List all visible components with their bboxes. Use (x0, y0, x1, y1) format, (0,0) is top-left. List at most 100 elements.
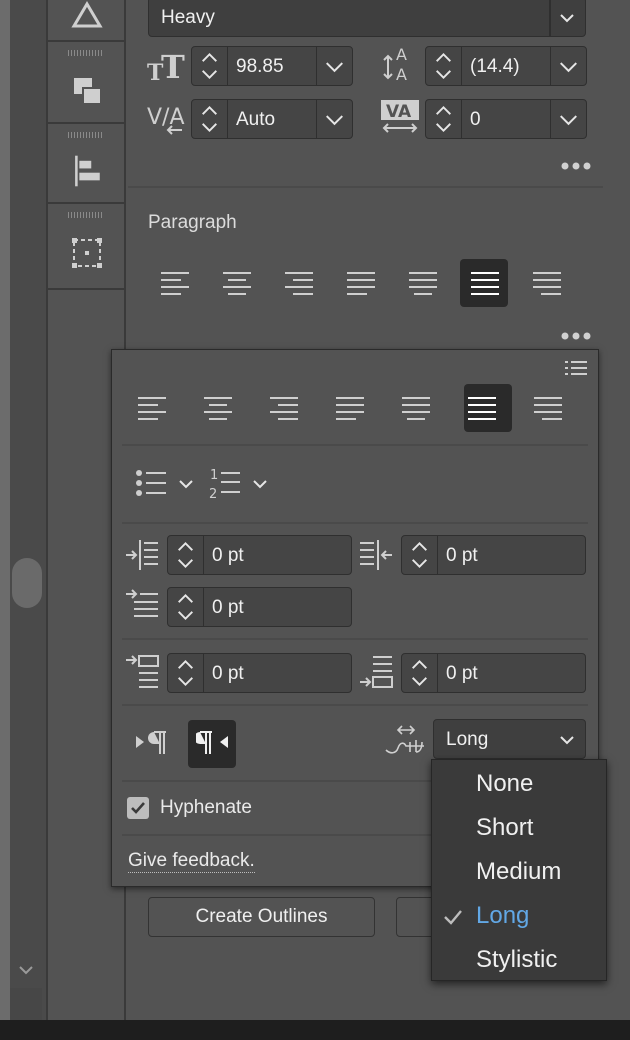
section-divider (128, 186, 603, 188)
more-options-icon[interactable] (560, 160, 592, 172)
chevron-down-icon[interactable] (550, 100, 586, 138)
stepper-arrows-icon[interactable] (168, 536, 204, 574)
align-justify-all-icon[interactable] (466, 393, 498, 423)
section-divider (122, 638, 588, 640)
align-center-icon[interactable] (202, 393, 234, 423)
section-divider (122, 444, 588, 446)
dock-divider (48, 122, 124, 124)
kashida-dropdown-menu: None Short Medium Long Stylistic (431, 759, 607, 981)
align-left-icon[interactable] (136, 393, 168, 423)
bottom-status-bar (0, 1020, 630, 1040)
chevron-down-icon[interactable] (550, 47, 586, 85)
list-options-icon[interactable] (564, 358, 588, 378)
align-justify-last-center-icon[interactable] (400, 393, 432, 423)
first-line-indent-field[interactable]: 0 pt (167, 587, 352, 627)
left-scroll-track[interactable] (10, 0, 46, 1020)
kashida-option-long[interactable]: Long (476, 902, 529, 930)
bulleted-list-icon[interactable] (134, 468, 168, 500)
stepper-arrows-icon[interactable] (426, 47, 462, 85)
right-to-left-direction-icon[interactable] (196, 728, 230, 758)
kashida-option-stylistic[interactable]: Stylistic (476, 946, 557, 974)
left-indent-field[interactable]: 0 pt (167, 535, 352, 575)
stepper-arrows-icon[interactable] (192, 47, 228, 85)
right-indent-value[interactable]: 0 pt (446, 545, 478, 567)
right-indent-field[interactable]: 0 pt (401, 535, 586, 575)
align-justify-last-right-icon[interactable] (532, 393, 564, 423)
leading-field[interactable]: (14.4) (425, 46, 587, 86)
transform-icon[interactable] (70, 236, 104, 270)
dropdown-divider (549, 0, 551, 37)
scrollbar-thumb[interactable] (12, 558, 42, 608)
left-to-right-direction-icon[interactable] (134, 728, 168, 758)
stepper-arrows-icon[interactable] (168, 654, 204, 692)
more-options-icon[interactable] (560, 330, 592, 342)
align-panel-icon[interactable] (70, 154, 104, 188)
section-divider (122, 522, 588, 524)
chevron-down-icon (560, 14, 574, 23)
pathfinder-icon[interactable] (70, 74, 104, 108)
left-indent-value[interactable]: 0 pt (212, 545, 244, 567)
space-before-field[interactable]: 0 pt (167, 653, 352, 693)
chevron-down-icon[interactable] (250, 474, 270, 494)
checkmark-icon (444, 910, 462, 925)
chevron-down-icon[interactable] (316, 100, 352, 138)
paragraph-section-title: Paragraph (148, 212, 237, 233)
kashida-option-medium[interactable]: Medium (476, 858, 561, 886)
align-justify-last-right-icon[interactable] (531, 268, 563, 298)
kashida-option-none[interactable]: None (476, 770, 533, 798)
create-outlines-button[interactable]: Create Outlines (148, 897, 375, 937)
hyphenate-label[interactable]: Hyphenate (160, 797, 252, 819)
left-edge-rail (0, 0, 10, 1020)
tracking-field[interactable]: 0 (425, 99, 587, 139)
dock-divider (48, 288, 124, 290)
stepper-arrows-icon[interactable] (168, 588, 204, 626)
dock-divider (48, 40, 124, 42)
tracking-value[interactable]: 0 (470, 109, 481, 131)
chevron-down-icon[interactable] (14, 958, 38, 982)
font-style-dropdown[interactable]: Heavy (148, 0, 586, 37)
space-before-value[interactable]: 0 pt (212, 663, 244, 685)
kerning-value[interactable]: Auto (236, 109, 275, 131)
align-center-icon[interactable] (221, 268, 253, 298)
svg-text:2: 2 (209, 487, 217, 502)
align-left-icon[interactable] (159, 268, 191, 298)
svg-text:VA: VA (386, 102, 412, 122)
align-justify-last-center-icon[interactable] (407, 268, 439, 298)
left-bottom-block (10, 988, 42, 1020)
space-after-field[interactable]: 0 pt (401, 653, 586, 693)
space-after-icon (360, 656, 393, 688)
font-size-value[interactable]: 98.85 (236, 56, 284, 78)
align-justify-last-left-icon[interactable] (345, 268, 377, 298)
align-justify-all-icon[interactable] (469, 268, 501, 298)
stepper-arrows-icon[interactable] (192, 100, 228, 138)
leading-value[interactable]: (14.4) (470, 56, 520, 78)
kashida-option-short[interactable]: Short (476, 814, 533, 842)
dock-grip[interactable] (68, 50, 104, 56)
chevron-down-icon[interactable] (176, 474, 196, 494)
stepper-arrows-icon[interactable] (426, 100, 462, 138)
right-indent-icon (360, 540, 392, 570)
kashida-dropdown[interactable]: Long (433, 719, 586, 759)
svg-text:T: T (161, 50, 185, 84)
chevron-down-icon (560, 736, 574, 745)
hyphenate-checkbox[interactable] (127, 797, 149, 819)
space-before-icon (126, 655, 159, 688)
numbered-list-icon[interactable]: 1 2 (208, 466, 242, 502)
align-right-icon[interactable] (268, 393, 300, 423)
appearance-triangle-icon[interactable] (70, 0, 104, 34)
align-right-icon[interactable] (283, 268, 315, 298)
align-justify-last-left-icon[interactable] (334, 393, 366, 423)
left-indent-icon (126, 540, 158, 570)
give-feedback-link[interactable]: Give feedback. (128, 850, 255, 873)
first-line-indent-value[interactable]: 0 pt (212, 597, 244, 619)
stepper-arrows-icon[interactable] (402, 536, 438, 574)
dock-grip[interactable] (68, 212, 104, 218)
chevron-down-icon[interactable] (316, 47, 352, 85)
svg-text:1: 1 (210, 468, 218, 483)
space-after-value[interactable]: 0 pt (446, 663, 478, 685)
font-size-field[interactable]: 98.85 (191, 46, 353, 86)
kerning-field[interactable]: Auto (191, 99, 353, 139)
stepper-arrows-icon[interactable] (402, 654, 438, 692)
dock-grip[interactable] (68, 132, 104, 138)
first-line-indent-icon (126, 589, 158, 617)
